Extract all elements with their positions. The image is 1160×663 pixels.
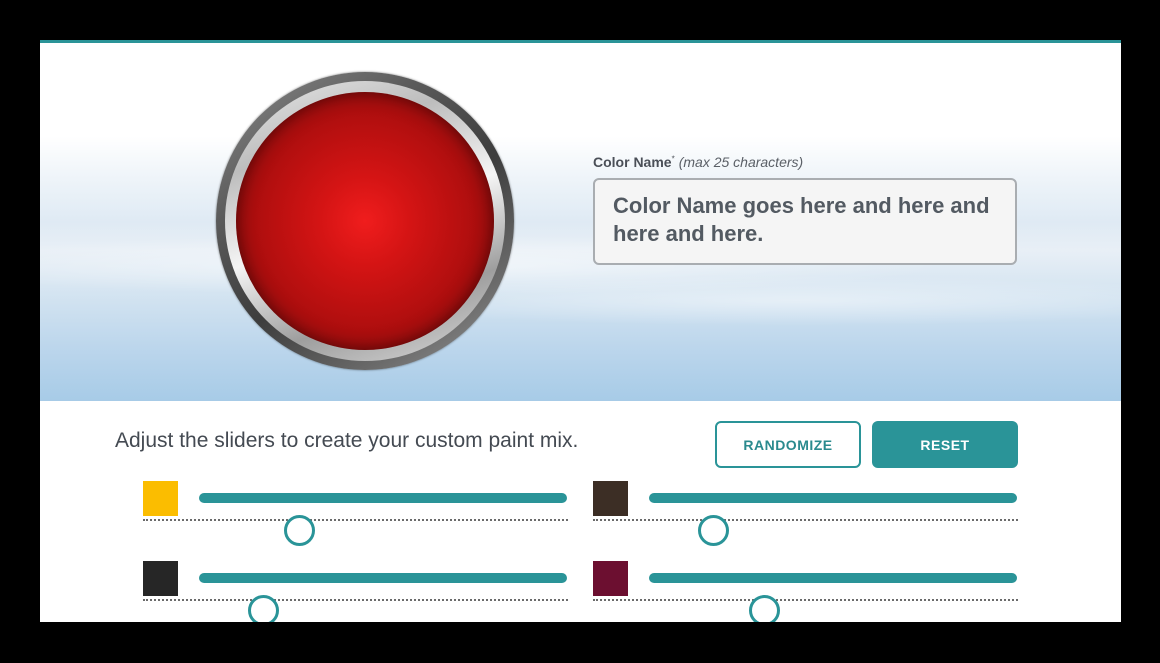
color-name-label: Color Name* (max 25 characters)	[593, 154, 803, 170]
swatch-bezel	[216, 72, 514, 370]
color-swatch-preview	[236, 92, 494, 350]
slider-track-black[interactable]	[199, 573, 567, 622]
slider-row-black	[143, 541, 568, 622]
slider-row-burgundy	[593, 541, 1018, 622]
paint-mixer-panel: Color Name* (max 25 characters) Color Nam…	[40, 40, 1121, 622]
hero-section: Color Name* (max 25 characters) Color Nam…	[40, 43, 1121, 401]
slider-thumb-black[interactable]	[247, 595, 279, 622]
color-name-input[interactable]: Color Name goes here and here and here a…	[593, 178, 1017, 265]
color-chip-dark-brown	[593, 481, 628, 516]
slider-track-dark-brown[interactable]	[649, 493, 1017, 546]
slider-row-yellow	[143, 461, 568, 546]
slider-row-dark-brown	[593, 461, 1018, 546]
slider-track-yellow[interactable]	[199, 493, 567, 546]
slider-track-burgundy[interactable]	[649, 573, 1017, 622]
color-name-label-text: Color Name	[593, 154, 672, 170]
color-chip-black	[143, 561, 178, 596]
swatch-bezel-inner	[225, 81, 505, 361]
instructions-text: Adjust the sliders to create your custom…	[115, 429, 579, 452]
slider-thumb-burgundy[interactable]	[749, 595, 781, 622]
required-mark: *	[671, 154, 675, 164]
color-chip-yellow	[143, 481, 178, 516]
color-name-hint: (max 25 characters)	[678, 154, 804, 170]
color-chip-burgundy	[593, 561, 628, 596]
